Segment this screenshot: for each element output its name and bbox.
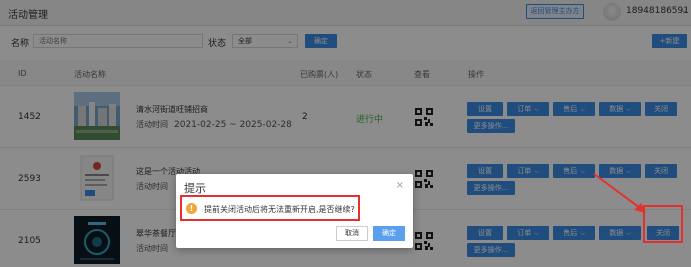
dialog-message: 提前关闭活动后将无法重新开启,是否继续?: [204, 205, 355, 214]
red-arrow-annotation: [593, 173, 646, 213]
warning-icon: !: [186, 203, 197, 214]
dialog-title: 提示: [184, 182, 206, 195]
close-icon[interactable]: ×: [396, 180, 404, 191]
ok-button[interactable]: 确定: [373, 226, 405, 241]
confirm-dialog: 提示 × ! 提前关闭活动后将无法重新开启,是否继续? 取消 确定: [176, 174, 413, 248]
cancel-button[interactable]: 取消: [336, 226, 368, 241]
